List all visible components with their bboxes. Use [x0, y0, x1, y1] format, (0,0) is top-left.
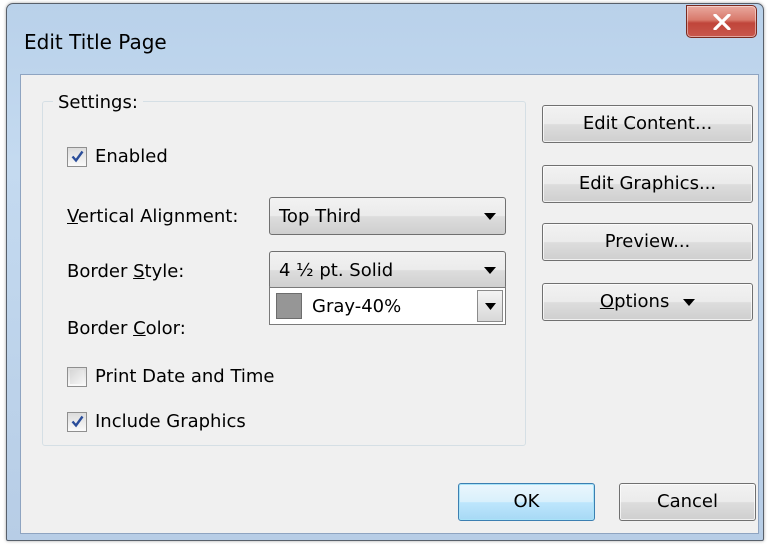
settings-group-label: Settings: — [53, 92, 143, 113]
edit-graphics-button[interactable]: Edit Graphics... — [542, 165, 753, 203]
include-graphics-label: Include Graphics — [95, 411, 246, 432]
preview-button[interactable]: Preview... — [542, 223, 753, 261]
include-graphics-checkbox-row[interactable]: Include Graphics — [67, 411, 246, 432]
checkmark-icon — [71, 150, 84, 162]
vertical-alignment-value: Top Third — [279, 206, 362, 227]
enabled-checkbox-row[interactable]: Enabled — [67, 146, 168, 167]
border-color-value: Gray-40% — [312, 296, 402, 317]
border-style-value: 4 ½ pt. Solid — [279, 260, 394, 281]
border-color-dropdown-button[interactable] — [477, 290, 503, 322]
edit-content-button[interactable]: Edit Content... — [542, 105, 753, 143]
dialog-body: Settings: Enabled Vertical Alignment: To… — [20, 74, 759, 534]
print-date-time-checkbox[interactable] — [67, 366, 87, 387]
checkmark-icon — [71, 415, 84, 427]
cancel-button[interactable]: Cancel — [619, 483, 756, 521]
include-graphics-checkbox[interactable] — [67, 411, 87, 432]
chevron-down-icon — [485, 303, 496, 310]
chevron-down-icon — [484, 267, 496, 274]
border-color-select[interactable]: Gray-40% — [269, 287, 506, 325]
dialog-window: Edit Title Page Settings: Enabled Vertic… — [6, 3, 764, 541]
ok-button[interactable]: OK — [458, 483, 595, 521]
chevron-down-icon — [484, 213, 496, 220]
window-title: Edit Title Page — [24, 30, 167, 54]
chevron-down-icon — [683, 298, 696, 306]
close-icon — [713, 14, 731, 30]
enabled-checkbox[interactable] — [67, 146, 87, 167]
options-button[interactable]: Options — [542, 283, 753, 321]
border-style-select[interactable]: 4 ½ pt. Solid — [269, 251, 506, 289]
vertical-alignment-label: Vertical Alignment: — [67, 206, 239, 227]
close-button[interactable] — [686, 5, 757, 38]
vertical-alignment-select[interactable]: Top Third — [269, 197, 506, 235]
print-date-time-label: Print Date and Time — [95, 366, 275, 387]
enabled-label: Enabled — [95, 146, 168, 167]
print-date-time-checkbox-row[interactable]: Print Date and Time — [67, 366, 275, 387]
border-color-label: Border Color: — [67, 318, 186, 339]
border-style-label: Border Style: — [67, 261, 185, 282]
color-swatch — [276, 293, 302, 319]
